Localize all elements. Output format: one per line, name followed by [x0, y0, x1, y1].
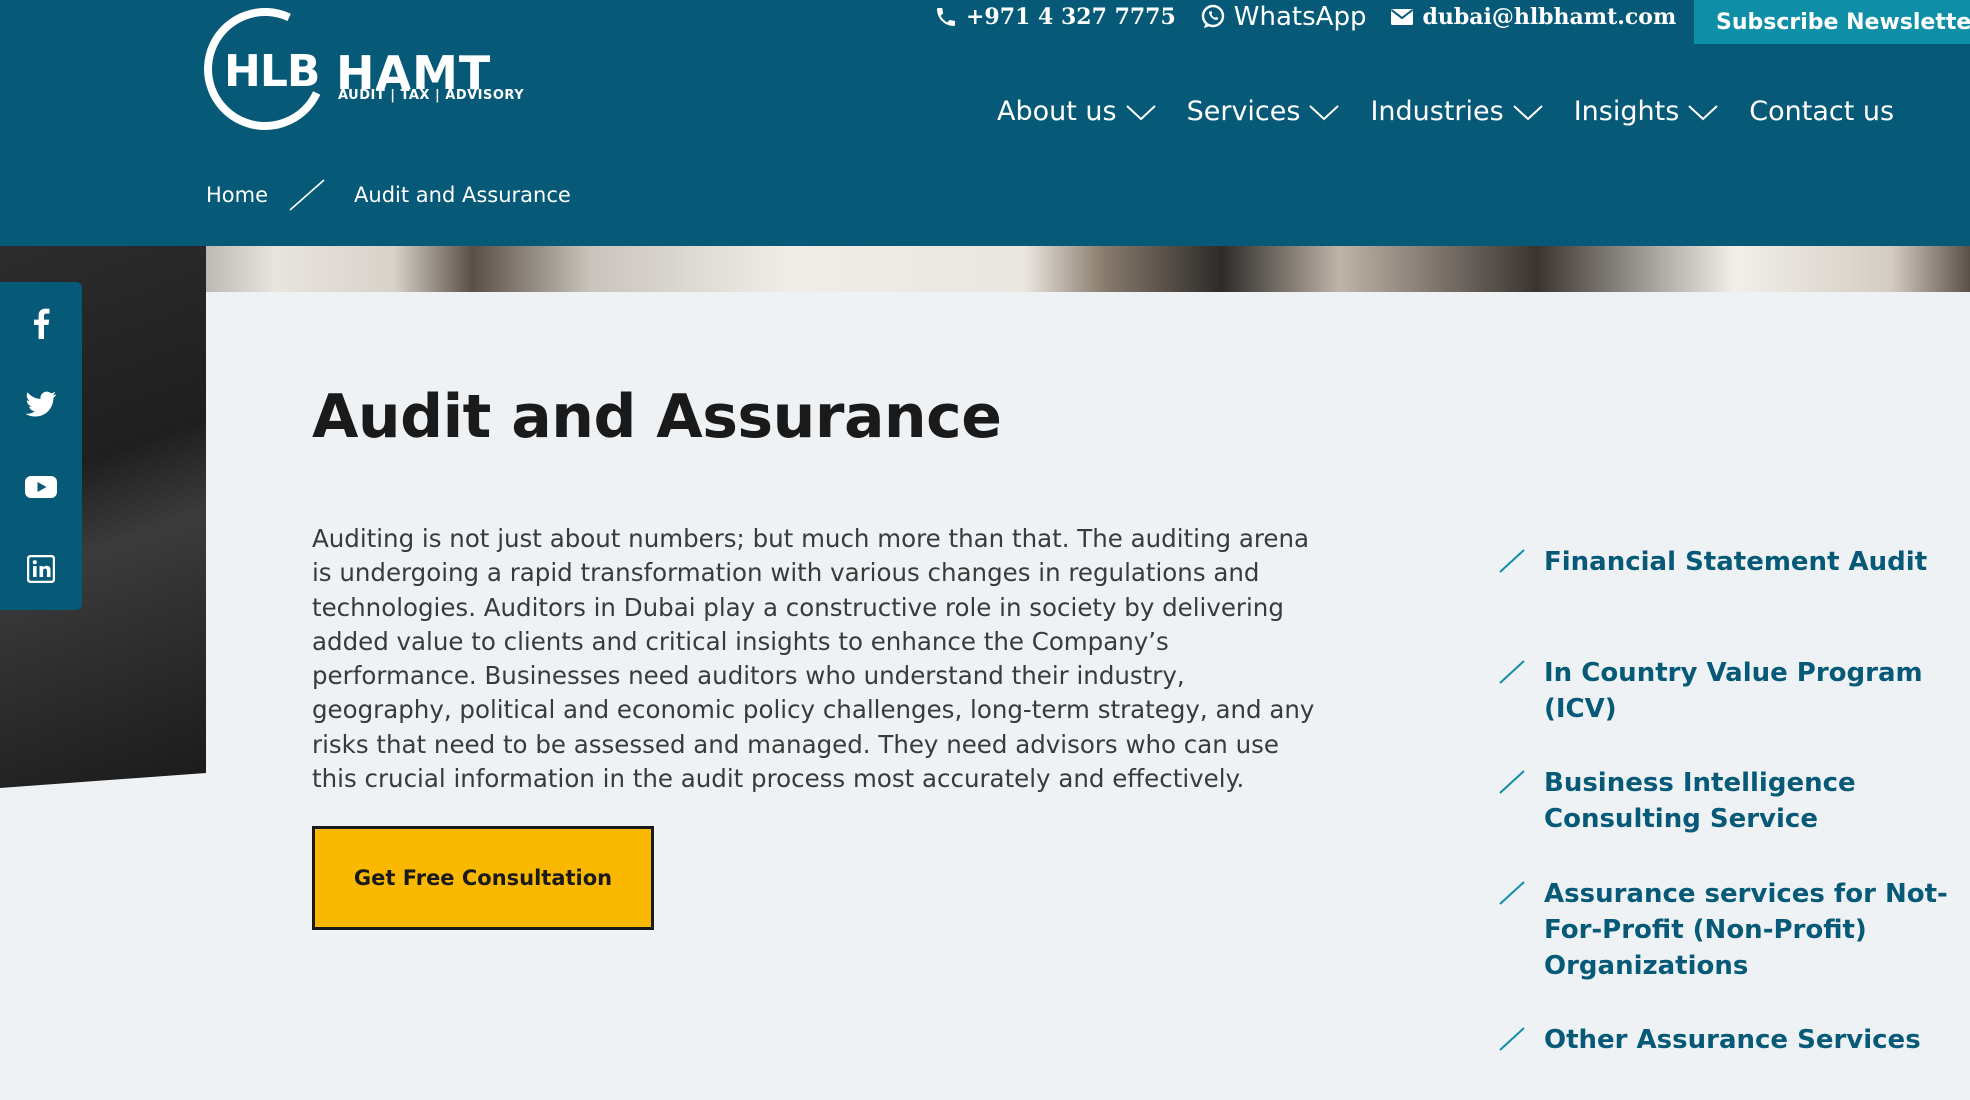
whatsapp-link[interactable]: WhatsApp — [1200, 2, 1367, 32]
youtube-icon[interactable] — [24, 470, 58, 504]
service-link[interactable]: In Country Value Program (ICV) — [1498, 655, 1958, 727]
whatsapp-label: WhatsApp — [1233, 2, 1367, 32]
slash-icon — [1498, 765, 1544, 837]
page-title: Audit and Assurance — [312, 382, 1002, 452]
breadcrumb-current: Audit and Assurance — [354, 183, 571, 207]
logo[interactable]: HLB HAMT AUDIT | TAX | ADVISORY — [186, 0, 534, 148]
chevron-down-icon — [1308, 102, 1340, 122]
nav-item-industries[interactable]: Industries — [1370, 96, 1543, 127]
social-sidebar — [0, 282, 82, 610]
service-label: Assurance services for Not-For-Profit (N… — [1544, 879, 1948, 981]
service-link[interactable]: Assurance services for Not-For-Profit (N… — [1498, 876, 1958, 984]
service-link[interactable]: Other Assurance Services — [1498, 1022, 1958, 1058]
get-free-consultation-button[interactable]: Get Free Consultation — [312, 826, 654, 930]
whatsapp-icon — [1200, 4, 1226, 30]
logo-mark: HLB — [224, 46, 320, 97]
phone-link[interactable]: +971 4 327 7775 — [934, 4, 1176, 30]
nav-label: Contact us — [1749, 96, 1895, 127]
service-label: Other Assurance Services — [1544, 1025, 1921, 1055]
breadcrumb: Home Audit and Assurance — [206, 178, 571, 212]
twitter-icon[interactable] — [24, 388, 58, 422]
site-header: HLB HAMT AUDIT | TAX | ADVISORY +971 4 3… — [0, 0, 1970, 246]
slash-icon — [1498, 876, 1544, 984]
nav-label: Services — [1186, 96, 1301, 127]
nav-item-insights[interactable]: Insights — [1574, 96, 1720, 127]
service-label: In Country Value Program (ICV) — [1544, 658, 1923, 724]
chevron-down-icon — [1512, 102, 1544, 122]
service-label: Business Intelligence Consulting Service — [1544, 768, 1856, 834]
nav-item-about-us[interactable]: About us — [997, 96, 1157, 127]
phone-number: +971 4 327 7775 — [966, 4, 1176, 30]
breadcrumb-separator-icon — [288, 178, 326, 212]
intro-paragraph: Auditing is not just about numbers; but … — [312, 524, 1315, 794]
subscribe-newsletter-button[interactable]: Subscribe Newsletter — [1694, 0, 1970, 44]
facebook-icon[interactable] — [24, 306, 58, 340]
email-address: dubai@hlbhamt.com — [1422, 4, 1677, 30]
nav-item-contact-us[interactable]: Contact us — [1749, 96, 1894, 127]
top-contact-bar: +971 4 327 7775 WhatsApp dubai@hlbhamt.c… — [934, 0, 1730, 34]
phone-icon — [934, 5, 958, 29]
service-label: Financial Statement Audit — [1544, 547, 1928, 577]
chevron-down-icon — [1687, 102, 1719, 122]
main-nav: About us Services Industries Insights Co… — [997, 96, 1894, 127]
envelope-icon — [1390, 7, 1414, 27]
breadcrumb-home-link[interactable]: Home — [206, 183, 268, 207]
nav-label: Insights — [1573, 96, 1680, 127]
slash-icon — [1498, 655, 1544, 727]
slash-icon — [1498, 1022, 1544, 1058]
service-link[interactable]: Financial Statement Audit — [1498, 544, 1958, 580]
slash-icon — [1498, 544, 1544, 580]
logo-tagline: AUDIT | TAX | ADVISORY — [338, 88, 525, 103]
service-link[interactable]: Business Intelligence Consulting Service — [1498, 765, 1958, 837]
chevron-down-icon — [1125, 102, 1157, 122]
hero-image — [0, 246, 1970, 292]
nav-label: Industries — [1370, 96, 1504, 127]
nav-label: About us — [997, 96, 1117, 127]
email-link[interactable]: dubai@hlbhamt.com — [1390, 4, 1676, 30]
linkedin-icon[interactable] — [24, 552, 58, 586]
nav-item-services[interactable]: Services — [1187, 96, 1341, 127]
